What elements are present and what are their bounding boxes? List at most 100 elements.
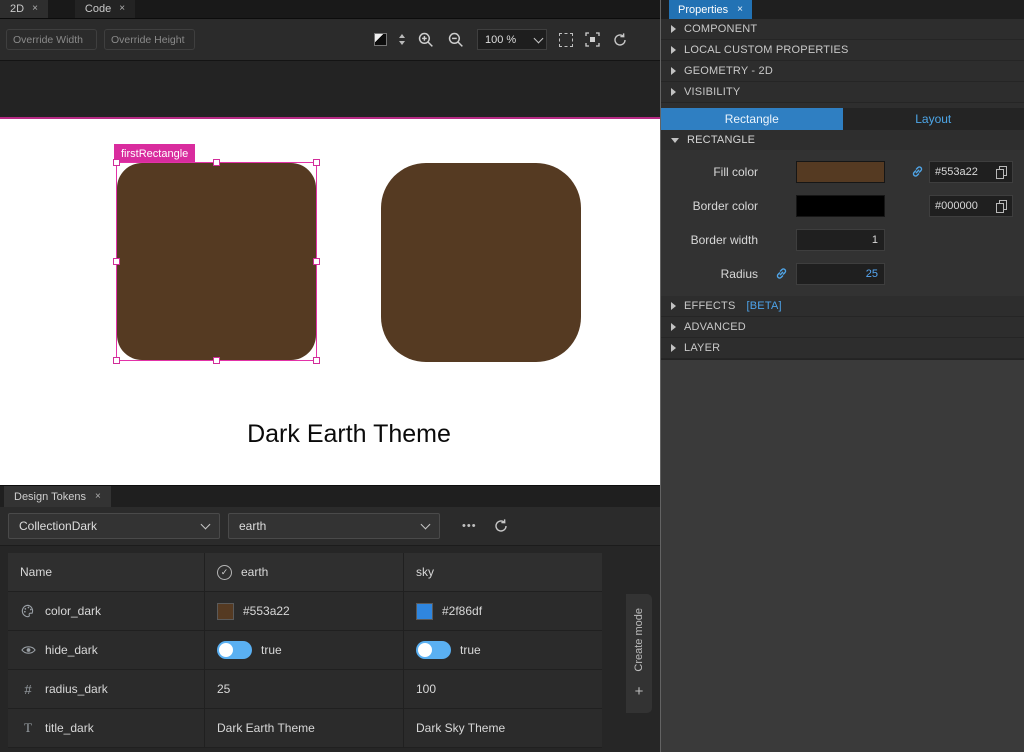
selection-handle[interactable] xyxy=(213,159,220,166)
section-label: RECTANGLE xyxy=(687,134,755,146)
refresh-tokens-icon[interactable] xyxy=(493,518,509,534)
zoom-to-selection-icon[interactable] xyxy=(585,32,600,47)
section-effects[interactable]: EFFECTS [BETA] xyxy=(661,296,1024,317)
token-value-cell[interactable]: 100 xyxy=(403,670,602,708)
selection-handle[interactable] xyxy=(213,357,220,364)
zoom-level-select[interactable]: 100 % xyxy=(477,29,547,50)
column-header-sky[interactable]: sky xyxy=(403,553,602,591)
reset-view-icon[interactable] xyxy=(612,32,628,48)
expand-arrow-icon xyxy=(671,302,676,310)
toggle-switch[interactable] xyxy=(217,641,252,659)
toggle-switch[interactable] xyxy=(416,641,451,659)
column-header-label: Name xyxy=(20,565,52,579)
section-geometry-2d[interactable]: GEOMETRY - 2D xyxy=(661,61,1024,82)
zoom-out-icon[interactable] xyxy=(447,31,465,49)
properties-panel: Properties × COMPONENT LOCAL CUSTOM PROP… xyxy=(660,0,1024,752)
override-height-input[interactable] xyxy=(104,29,195,50)
border-width-field[interactable]: 1 xyxy=(796,229,885,251)
zoom-in-icon[interactable] xyxy=(417,31,435,49)
border-color-label: Border color xyxy=(661,189,758,223)
arrow-down-icon[interactable] xyxy=(399,41,405,45)
copy-icon[interactable] xyxy=(996,166,1007,179)
close-icon[interactable]: × xyxy=(32,4,38,14)
color-swatch[interactable] xyxy=(416,603,433,620)
selected-rectangle-item[interactable] xyxy=(117,163,316,360)
close-icon[interactable]: × xyxy=(119,4,125,14)
tab-rectangle[interactable]: Rectangle xyxy=(661,108,843,130)
column-header-earth[interactable]: ✓ earth xyxy=(204,553,403,591)
color-swatch[interactable] xyxy=(217,603,234,620)
border-color-value-field[interactable]: #000000 xyxy=(929,195,1013,217)
close-icon[interactable]: × xyxy=(95,492,101,502)
token-value-cell[interactable]: Dark Sky Theme xyxy=(403,709,602,747)
selection-handle[interactable] xyxy=(313,159,320,166)
canvas-background-color-icon[interactable] xyxy=(374,33,387,46)
collection-select[interactable]: CollectionDark xyxy=(8,513,220,539)
radius-field[interactable]: 25 xyxy=(796,263,885,285)
collapse-arrow-icon xyxy=(671,138,679,143)
token-value-cell[interactable]: true xyxy=(204,631,403,669)
token-value-cell[interactable]: #553a22 xyxy=(204,592,403,630)
stepper-arrows[interactable] xyxy=(399,34,405,45)
border-color-row: Border color #000000 xyxy=(661,189,1024,223)
rectangle-earth-shape[interactable] xyxy=(117,163,316,360)
chevron-down-icon[interactable] xyxy=(530,30,546,49)
selection-handle[interactable] xyxy=(113,258,120,265)
tab-rectangle-label: Rectangle xyxy=(725,112,779,126)
token-value-cell[interactable]: Dark Earth Theme xyxy=(204,709,403,747)
arrow-up-icon[interactable] xyxy=(399,34,405,38)
section-visibility[interactable]: VISIBILITY xyxy=(661,82,1024,103)
properties-empty-area xyxy=(661,359,1024,752)
second-rectangle-item[interactable] xyxy=(381,163,581,362)
tab-design-tokens[interactable]: Design Tokens × xyxy=(4,486,111,507)
selection-handle[interactable] xyxy=(313,357,320,364)
table-row-title-dark[interactable]: T title_dark Dark Earth Theme Dark Sky T… xyxy=(8,709,602,748)
table-row-hide-dark[interactable]: hide_dark true true xyxy=(8,631,602,670)
border-color-swatch[interactable] xyxy=(796,195,885,217)
binding-link-icon[interactable] xyxy=(911,165,924,183)
design-canvas[interactable]: firstRectangle Dark Earth Theme xyxy=(0,117,660,485)
plus-icon[interactable]: + xyxy=(635,684,644,699)
token-value-cell[interactable]: true xyxy=(403,631,602,669)
table-row-radius-dark[interactable]: # radius_dark 25 100 xyxy=(8,670,602,709)
fill-color-swatch[interactable] xyxy=(796,161,885,183)
token-value-cell[interactable]: 25 xyxy=(204,670,403,708)
section-label: ADVANCED xyxy=(684,321,746,333)
copy-icon[interactable] xyxy=(996,200,1007,213)
close-icon[interactable]: × xyxy=(737,5,743,15)
fill-color-label: Fill color xyxy=(661,155,758,189)
section-layer[interactable]: LAYER xyxy=(661,338,1024,359)
mode-select[interactable]: earth xyxy=(228,513,440,539)
fill-color-value-field[interactable]: #553a22 xyxy=(929,161,1013,183)
tab-properties[interactable]: Properties × xyxy=(669,0,752,19)
section-component[interactable]: COMPONENT xyxy=(661,19,1024,40)
canvas-text-item[interactable]: Dark Earth Theme xyxy=(117,420,581,449)
border-color-value: #000000 xyxy=(935,200,992,212)
tab-2d-view[interactable]: 2D × xyxy=(0,0,48,18)
section-local-custom-properties[interactable]: LOCAL CUSTOM PROPERTIES xyxy=(661,40,1024,61)
token-value: 25 xyxy=(217,682,230,696)
selection-handle[interactable] xyxy=(313,258,320,265)
fit-canvas-icon[interactable] xyxy=(559,33,573,47)
beta-badge: [BETA] xyxy=(747,300,782,312)
section-advanced[interactable]: ADVANCED xyxy=(661,317,1024,338)
override-width-input[interactable] xyxy=(6,29,97,50)
selection-handle[interactable] xyxy=(113,159,120,166)
expand-arrow-icon xyxy=(671,67,676,75)
tab-code-view[interactable]: Code × xyxy=(75,0,135,18)
design-tokens-toolbar: CollectionDark earth ••• xyxy=(0,507,660,546)
tab-2d-label: 2D xyxy=(10,3,24,15)
section-rectangle[interactable]: RECTANGLE xyxy=(661,130,1024,150)
tab-layout[interactable]: Layout xyxy=(843,108,1024,130)
more-options-button[interactable]: ••• xyxy=(454,516,485,536)
selection-handle[interactable] xyxy=(113,357,120,364)
token-value-cell[interactable]: #2f86df xyxy=(403,592,602,630)
table-row-color-dark[interactable]: color_dark #553a22 #2f86df xyxy=(8,592,602,631)
expand-arrow-icon xyxy=(671,46,676,54)
create-mode-tab[interactable]: Create mode + xyxy=(626,594,652,713)
token-value: Dark Earth Theme xyxy=(217,721,315,735)
token-value: #553a22 xyxy=(243,604,290,618)
border-width-row: Border width 1 xyxy=(661,223,1024,257)
column-header-name[interactable]: Name xyxy=(8,553,204,591)
binding-link-icon[interactable] xyxy=(775,267,788,285)
